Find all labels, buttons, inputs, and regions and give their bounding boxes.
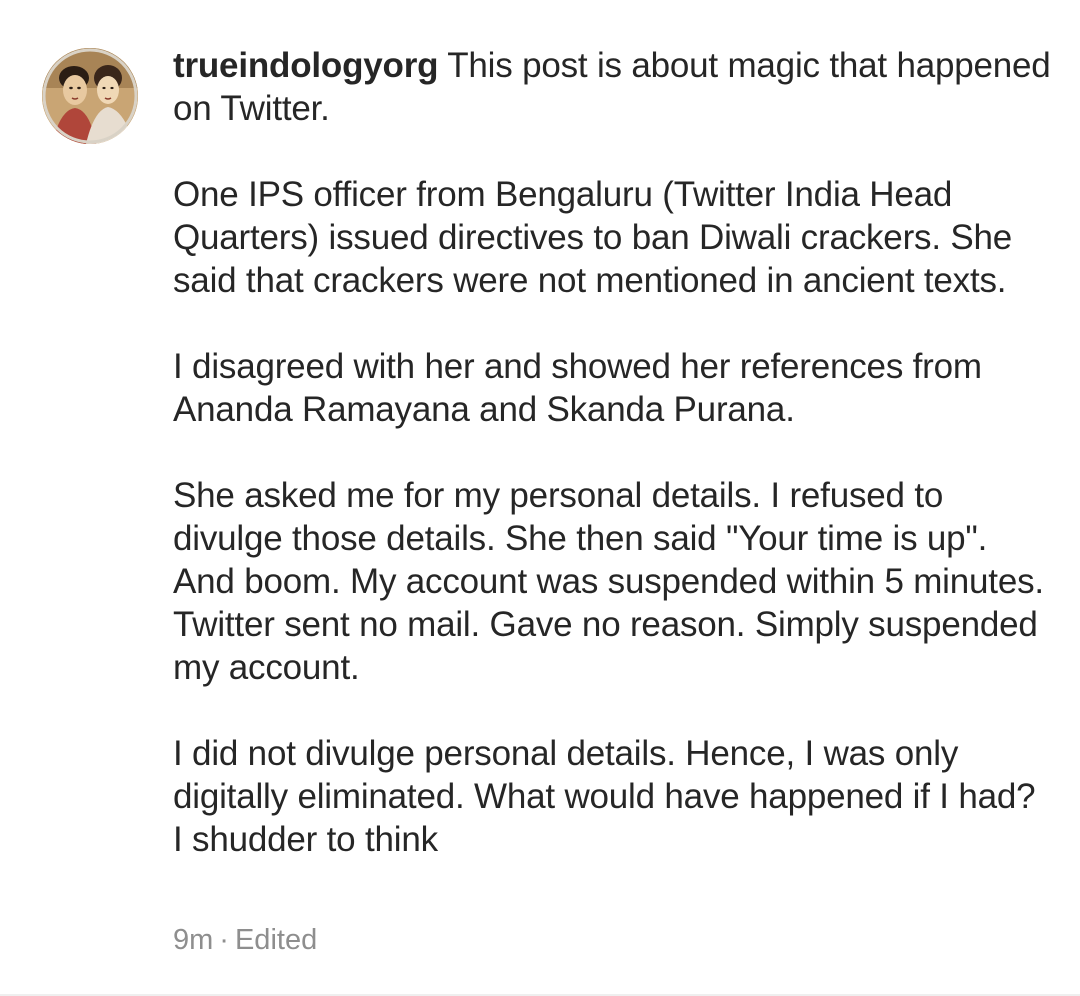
comment-paragraph: One IPS officer from Bengaluru (Twitter …: [173, 175, 1013, 300]
comment-text: trueindologyorg This post is about magic…: [173, 44, 1053, 861]
comment-timestamp: 9m: [173, 924, 214, 956]
comment-paragraph: I did not divulge personal details. Henc…: [173, 734, 1036, 859]
comment-meta: 9m · Edited: [173, 920, 317, 960]
comment-paragraph: I disagreed with her and showed her refe…: [173, 347, 982, 429]
profile-avatar[interactable]: [42, 48, 138, 144]
comment-username[interactable]: trueindologyorg: [173, 46, 439, 85]
edited-label[interactable]: Edited: [235, 924, 317, 956]
comment-paragraph: She asked me for my personal details. I …: [173, 476, 1044, 687]
profile-avatar-painting-icon: [42, 48, 138, 144]
comment-paragraph: trueindologyorg This post is about magic…: [173, 44, 1053, 130]
comment-item: trueindologyorg This post is about magic…: [0, 0, 1080, 996]
meta-separator: ·: [219, 924, 229, 956]
